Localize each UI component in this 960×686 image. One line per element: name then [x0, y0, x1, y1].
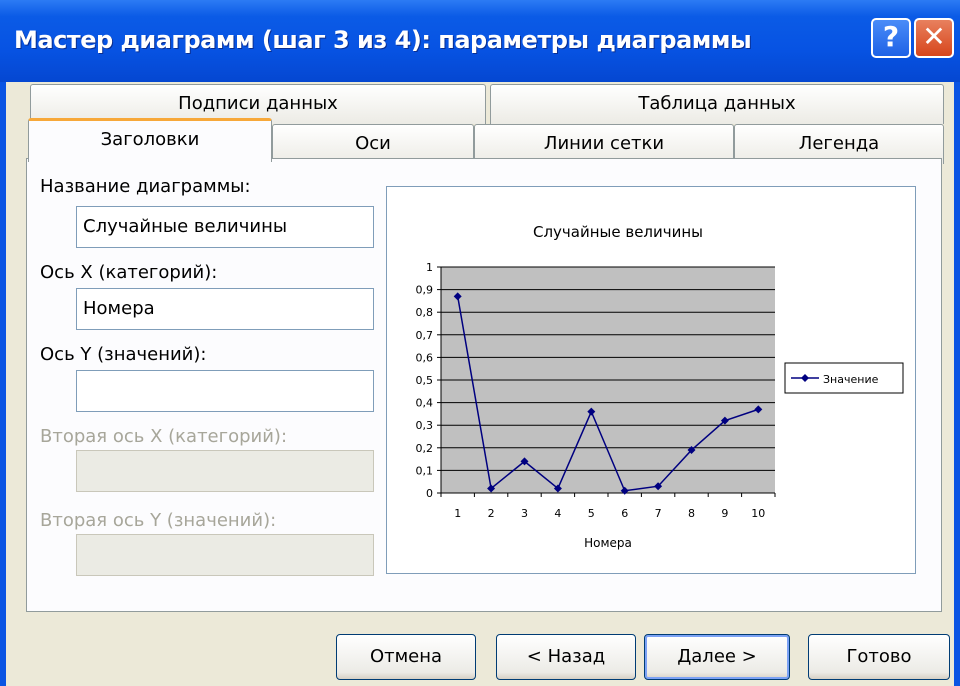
x-tick-label: 8 — [688, 507, 695, 520]
x-axis-title-input[interactable]: Номера — [76, 288, 374, 330]
secondary-y-axis-label: Вторая ось Y (значений): — [40, 510, 277, 531]
y-tick-label: 0,2 — [416, 442, 434, 455]
finish-button[interactable]: Готово — [808, 634, 950, 680]
chart-title-input[interactable]: Случайные величины — [76, 206, 374, 248]
y-tick-label: 0,6 — [416, 351, 434, 364]
close-button[interactable]: ✕ — [914, 18, 954, 58]
tab-titles[interactable]: Заголовки — [28, 118, 272, 162]
x-tick-label: 5 — [588, 507, 595, 520]
secondary-x-axis-label: Вторая ось X (категорий): — [40, 426, 288, 447]
y-tick-label: 0,1 — [416, 464, 434, 477]
secondary-x-axis-input — [76, 450, 374, 492]
x-tick-label: 9 — [721, 507, 728, 520]
help-button[interactable]: ? — [871, 18, 911, 58]
chart-title: Случайные величины — [533, 223, 703, 241]
x-tick-label: 2 — [488, 507, 495, 520]
x-tick-label: 4 — [554, 507, 561, 520]
title-bar[interactable]: Мастер диаграмм (шаг 3 из 4): параметры … — [0, 0, 960, 82]
x-axis-title: Номера — [584, 536, 632, 550]
x-tick-label: 3 — [521, 507, 528, 520]
y-tick-label: 1 — [426, 261, 433, 274]
x-tick-label: 10 — [751, 507, 765, 520]
dialog-body: Подписи данных Таблица данных Заголовки … — [6, 82, 954, 686]
chart-svg: Случайные величины 0 0,1 0,2 0,3 0,4 0,5 0,6 0,7… — [416, 223, 904, 550]
y-axis-label: Ось Y (значений): — [40, 344, 207, 365]
y-tick-label: 0,5 — [416, 374, 434, 387]
back-button[interactable]: < Назад — [496, 634, 636, 680]
x-axis-label: Ось X (категорий): — [40, 262, 218, 283]
y-tick-label: 0,7 — [416, 329, 434, 342]
x-tick-label: 1 — [454, 507, 461, 520]
cancel-button[interactable]: Отмена — [336, 634, 476, 680]
legend-label: Значение — [823, 373, 879, 386]
y-tick-label: 0,3 — [416, 419, 434, 432]
window-title: Мастер диаграмм (шаг 3 из 4): параметры … — [14, 26, 752, 54]
secondary-y-axis-input — [76, 534, 374, 576]
chart-title-label: Название диаграммы: — [40, 176, 251, 197]
chart-wizard-window: Мастер диаграмм (шаг 3 из 4): параметры … — [0, 0, 960, 686]
chart-preview: Случайные величины 0 0,1 0,2 0,3 0,4 0,5 0,6 0,7… — [386, 186, 916, 574]
y-tick-label: 0,9 — [416, 284, 434, 297]
y-tick-label: 0,4 — [416, 397, 434, 410]
back-button-label: < Назад — [526, 646, 606, 667]
finish-button-label: Готово — [846, 646, 912, 667]
y-tick-label: 0 — [426, 487, 433, 500]
y-axis-title-input[interactable] — [76, 370, 374, 412]
next-button[interactable]: Далее > — [644, 634, 790, 680]
tab-data-table[interactable]: Таблица данных — [490, 84, 944, 124]
x-tick-label: 6 — [621, 507, 628, 520]
next-button-label: Далее > — [677, 646, 757, 667]
x-tick-label: 7 — [655, 507, 662, 520]
y-tick-label: 0,8 — [416, 306, 434, 319]
